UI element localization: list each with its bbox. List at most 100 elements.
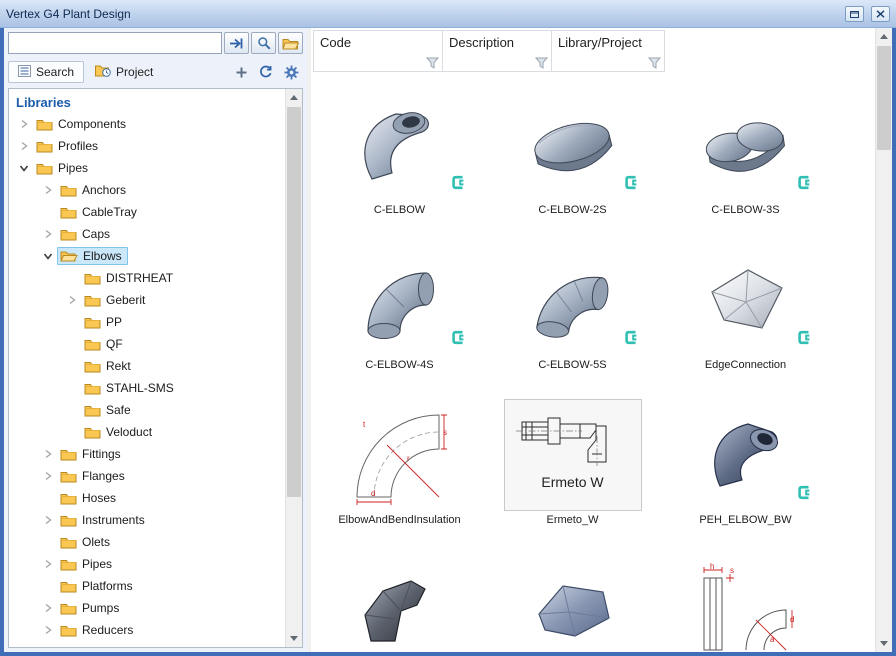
- tree-item-qf[interactable]: QF: [9, 333, 285, 355]
- chevron-right-icon[interactable]: [39, 515, 57, 525]
- tree-item-label: Pipes: [82, 557, 112, 571]
- tree-item-cabletray[interactable]: CableTray: [9, 201, 285, 223]
- refresh-icon: [259, 65, 273, 79]
- tree-item-veloduct[interactable]: Veloduct: [9, 421, 285, 443]
- tree-scrollbar[interactable]: [285, 89, 302, 647]
- tree-item-pp[interactable]: PP: [9, 311, 285, 333]
- faceted-dark-icon: [357, 575, 443, 645]
- catalog-item-c-elbow-4s[interactable]: C-ELBOW-4S: [313, 241, 486, 396]
- tree-item-olets[interactable]: Olets: [9, 531, 285, 553]
- chevron-right-icon[interactable]: [15, 119, 33, 129]
- tabs-row: Search Project: [8, 59, 303, 85]
- chevron-down-icon[interactable]: [15, 163, 33, 173]
- close-button[interactable]: [871, 6, 890, 22]
- chevron-right-icon[interactable]: [39, 559, 57, 569]
- catalog-item-partial[interactable]: hsad: [659, 551, 832, 652]
- catalog-item-elbowandbendinsulation[interactable]: dsrtElbowAndBendInsulation: [313, 396, 486, 551]
- elbow-e-icon: [529, 260, 617, 340]
- chevron-right-icon[interactable]: [39, 229, 57, 239]
- catalog-scrollbar[interactable]: [875, 28, 892, 652]
- plus-icon: [235, 66, 248, 79]
- float-button[interactable]: [845, 6, 864, 22]
- tree-item-instruments[interactable]: Instruments: [9, 509, 285, 531]
- tree-item-pumps[interactable]: Pumps: [9, 597, 285, 619]
- catalog-item-c-elbow-3s[interactable]: C-ELBOW-3S: [659, 86, 832, 241]
- filter-icon[interactable]: [535, 57, 548, 69]
- tree-item-caps[interactable]: Caps: [9, 223, 285, 245]
- chevron-right-icon[interactable]: [39, 471, 57, 481]
- tree-item-elbows[interactable]: Elbows: [9, 245, 285, 267]
- tree-item-label: ServicePiping: [82, 645, 155, 647]
- tree-item-hoses[interactable]: Hoses: [9, 487, 285, 509]
- filter-icon[interactable]: [426, 57, 439, 69]
- tree-item-safe[interactable]: Safe: [9, 399, 285, 421]
- settings-button[interactable]: [279, 61, 303, 83]
- chevron-right-icon[interactable]: [39, 625, 57, 635]
- chevron-right-icon[interactable]: [39, 603, 57, 613]
- column-header-description[interactable]: Description: [442, 30, 552, 72]
- catalog-scroll-thumb[interactable]: [877, 46, 891, 150]
- chevron-right-icon[interactable]: [39, 449, 57, 459]
- tree-item-pipes[interactable]: Pipes: [9, 157, 285, 179]
- chevron-down-icon[interactable]: [39, 251, 57, 261]
- refresh-button[interactable]: [254, 61, 278, 83]
- catalog-item-c-elbow-2s[interactable]: C-ELBOW-2S: [486, 86, 659, 241]
- tree-item-fittings[interactable]: Fittings: [9, 443, 285, 465]
- tree-scroll-thumb[interactable]: [287, 107, 301, 497]
- catalog-item-partial[interactable]: [486, 551, 659, 652]
- chevron-right-icon[interactable]: [39, 185, 57, 195]
- chevron-right-icon[interactable]: [15, 141, 33, 151]
- folder-icon: [60, 514, 77, 527]
- folder-icon: [60, 646, 77, 648]
- tree-item-label: Veloduct: [106, 425, 152, 439]
- tree-item-anchors[interactable]: Anchors: [9, 179, 285, 201]
- tree-item-label: Components: [58, 117, 126, 131]
- edge-connection-icon: [704, 264, 788, 336]
- catalog-item-edgeconnection[interactable]: EdgeConnection: [659, 241, 832, 396]
- tree-item-label: STAHL-SMS: [106, 381, 174, 395]
- scroll-up-icon[interactable]: [286, 89, 302, 106]
- folder-icon: [36, 162, 53, 175]
- tab-label: Search: [36, 65, 74, 79]
- add-button[interactable]: [229, 61, 253, 83]
- component-badge-icon: [624, 175, 639, 195]
- catalog-item-peh-elbow-bw[interactable]: PEH_ELBOW_BW: [659, 396, 832, 551]
- library-tree: Libraries ComponentsProfilesPipesAnchors…: [8, 88, 303, 648]
- filter-icon[interactable]: [648, 57, 661, 69]
- tree-item-label: Olets: [82, 535, 110, 549]
- column-header-code[interactable]: Code: [313, 30, 443, 72]
- tab-search[interactable]: Search: [8, 61, 84, 83]
- tree-item-stahl-sms[interactable]: STAHL-SMS: [9, 377, 285, 399]
- tab-project[interactable]: Project: [85, 61, 163, 83]
- catalog-item-c-elbow-5s[interactable]: C-ELBOW-5S: [486, 241, 659, 396]
- go-button[interactable]: [224, 32, 249, 54]
- search-row: [8, 32, 303, 56]
- catalog-item-partial[interactable]: [313, 551, 486, 652]
- tree-item-platforms[interactable]: Platforms: [9, 575, 285, 597]
- open-folder-icon: [282, 37, 299, 50]
- scroll-up-icon[interactable]: [876, 28, 892, 45]
- tree-item-components[interactable]: Components: [9, 113, 285, 135]
- column-header-library-project[interactable]: Library/Project: [551, 30, 665, 72]
- browse-folder-button[interactable]: [278, 32, 303, 54]
- tree-item-servicepiping[interactable]: ServicePiping: [9, 641, 285, 647]
- tree-item-geberit[interactable]: Geberit: [9, 289, 285, 311]
- gear-icon: [284, 65, 299, 80]
- tree-item-rekt[interactable]: Rekt: [9, 355, 285, 377]
- svg-text:d: d: [790, 615, 794, 624]
- search-button[interactable]: [251, 32, 276, 54]
- tree-item-pipes[interactable]: Pipes: [9, 553, 285, 575]
- search-input[interactable]: [8, 32, 222, 54]
- scroll-down-icon[interactable]: [286, 630, 302, 647]
- tree-item-profiles[interactable]: Profiles: [9, 135, 285, 157]
- catalog-item-ermeto-w[interactable]: Ermeto WErmeto_W: [486, 396, 659, 551]
- component-badge-icon: [797, 330, 812, 350]
- tree-item-distrheat[interactable]: DISTRHEAT: [9, 267, 285, 289]
- catalog-item-c-elbow[interactable]: C-ELBOW: [313, 86, 486, 241]
- tree-item-reducers[interactable]: Reducers: [9, 619, 285, 641]
- chevron-right-icon[interactable]: [63, 295, 81, 305]
- tree-item-flanges[interactable]: Flanges: [9, 465, 285, 487]
- catalog-item-label: C-ELBOW-3S: [711, 204, 779, 216]
- component-badge-icon: [451, 175, 466, 195]
- scroll-down-icon[interactable]: [876, 635, 892, 652]
